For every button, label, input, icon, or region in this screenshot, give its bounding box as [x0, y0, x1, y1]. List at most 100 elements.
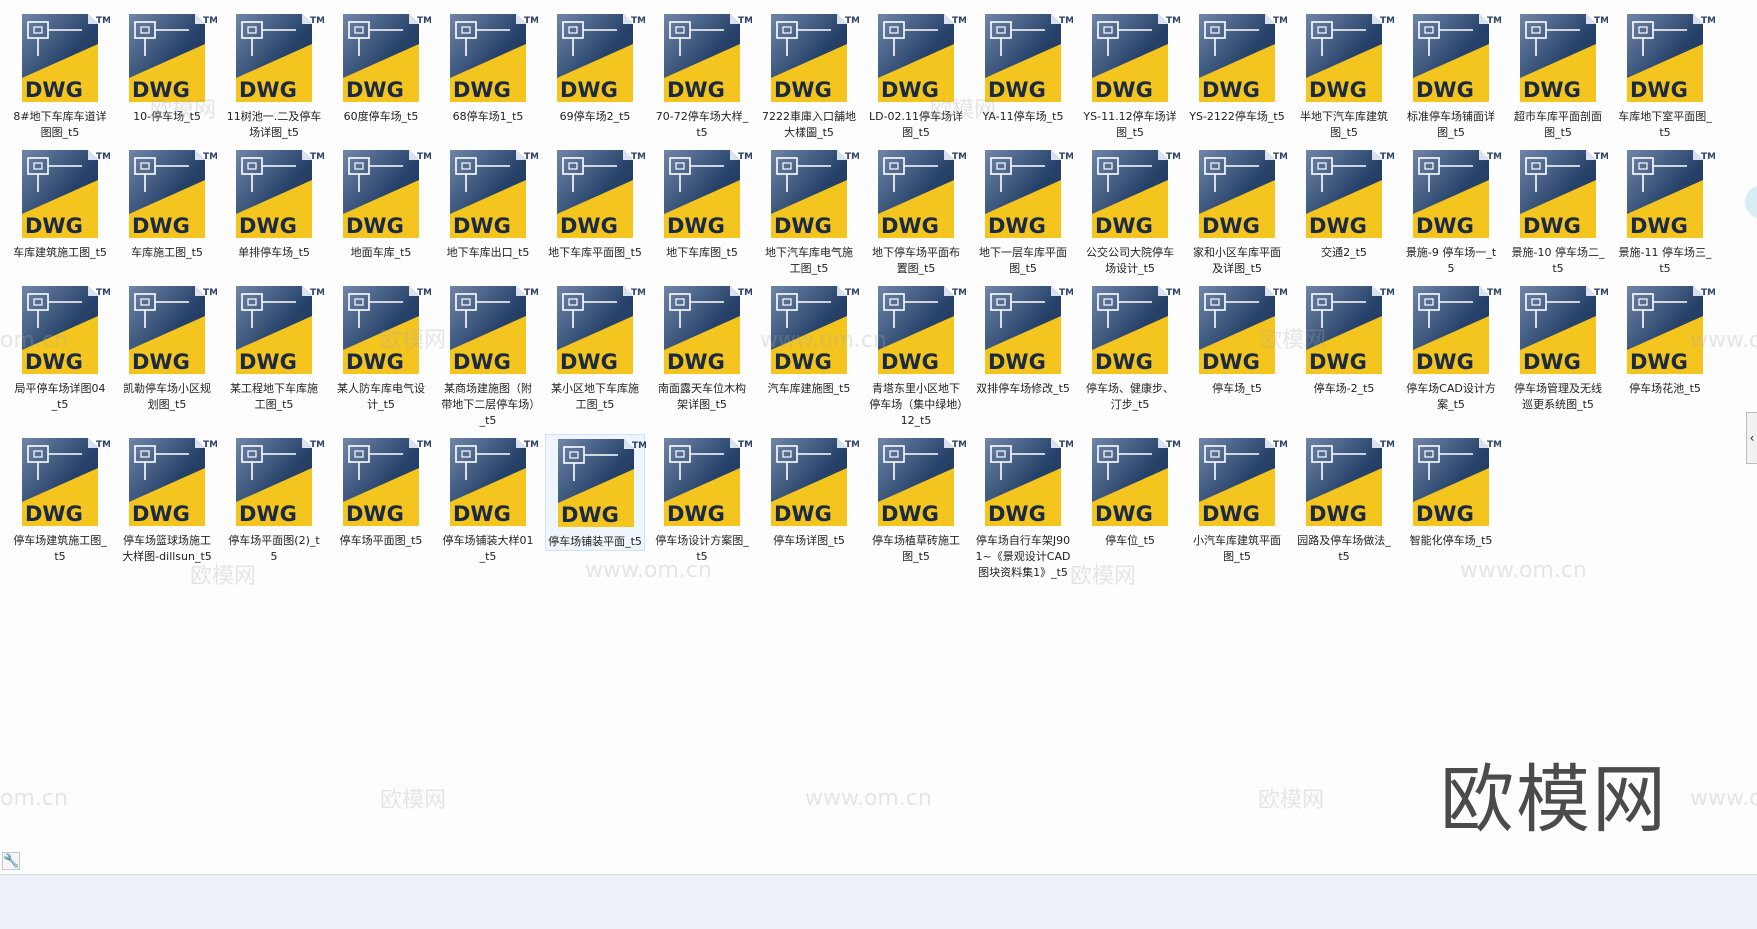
- dwg-file-icon: DWG TM: [450, 150, 538, 238]
- file-name-label: 交通2_t5: [1321, 246, 1367, 259]
- file-name-label: 地下一层车库平面图_t5: [979, 246, 1067, 275]
- trademark-text: TM: [1059, 152, 1073, 162]
- file-item[interactable]: DWG TM 地下车库图_t5: [652, 146, 752, 261]
- file-item[interactable]: DWG TM 超市车库平面剖面图_t5: [1508, 10, 1608, 141]
- file-item[interactable]: DWG TM 停车场篮球场施工大样图-dillsun_t5: [117, 434, 217, 565]
- file-item[interactable]: DWG TM 停车场植草砖施工图_t5: [866, 434, 966, 565]
- file-item[interactable]: DWG TM 家和小区车库平面及详图_t5: [1187, 146, 1287, 277]
- file-item[interactable]: DWG TM 69停车场2_t5: [545, 10, 645, 125]
- file-item[interactable]: DWG TM 68停车场1_t5: [438, 10, 538, 125]
- file-item[interactable]: DWG TM 7222車庫入口舗地大樣圖_t5: [759, 10, 859, 141]
- file-name-label: 某商场建施图（附带地下二层停车场）_t5: [441, 382, 535, 427]
- trademark-text: TM: [952, 16, 966, 26]
- file-item[interactable]: DWG TM 停车场CAD设计方案_t5: [1401, 282, 1501, 413]
- dwg-badge-text: DWG: [1202, 78, 1260, 102]
- file-name-label: 7222車庫入口舗地大樣圖_t5: [762, 110, 856, 139]
- file-item[interactable]: DWG TM 停车场平面图(2)_t5: [224, 434, 324, 565]
- file-item[interactable]: DWG TM 地下车库平面图_t5: [545, 146, 645, 261]
- file-item[interactable]: DWG TM 停车场花池_t5: [1615, 282, 1715, 397]
- file-item[interactable]: DWG TM 地下一层车库平面图_t5: [973, 146, 1073, 277]
- file-item[interactable]: DWG TM 停车位_t5: [1080, 434, 1180, 549]
- dwg-file-icon: DWG TM: [236, 150, 324, 238]
- file-item[interactable]: DWG TM 地下停车场平面布置图_t5: [866, 146, 966, 277]
- file-item[interactable]: DWG TM 某人防车库电气设计_t5: [331, 282, 431, 413]
- file-item[interactable]: DWG TM 停车场自行车架J901~《景观设计CAD图块资料集1》_t5: [973, 434, 1073, 581]
- file-item[interactable]: DWG TM 某商场建施图（附带地下二层停车场）_t5: [438, 282, 538, 429]
- file-item[interactable]: DWG TM 停车场铺装大样01_t5: [438, 434, 538, 565]
- file-item[interactable]: DWG TM 地下车库出口_t5: [438, 146, 538, 261]
- file-item[interactable]: DWG TM 智能化停车场_t5: [1401, 434, 1501, 549]
- file-item[interactable]: DWG TM 南面露天车位木构架详图_t5: [652, 282, 752, 413]
- dwg-file-icon: DWG TM: [1413, 14, 1501, 102]
- file-item[interactable]: DWG TM 停车场详图_t5: [759, 434, 859, 549]
- file-name-label: YA-11停车场_t5: [982, 110, 1064, 123]
- file-item[interactable]: DWG TM 双排停车场修改_t5: [973, 282, 1073, 397]
- file-item[interactable]: DWG TM 半地下汽车库建筑图_t5: [1294, 10, 1394, 141]
- wrench-icon[interactable]: 🔧: [2, 852, 20, 870]
- trademark-text: TM: [738, 288, 752, 298]
- file-item[interactable]: DWG TM 地下汽车库电气施工图_t5: [759, 146, 859, 277]
- trademark-text: TM: [952, 440, 966, 450]
- file-name-label: 停车场管理及无线巡更系统图_t5: [1514, 382, 1602, 411]
- file-item[interactable]: DWG TM 停车场设计方案图_t5: [652, 434, 752, 565]
- trademark-text: TM: [1701, 16, 1715, 26]
- dwg-file-icon: DWG TM: [771, 286, 859, 374]
- file-item[interactable]: DWG TM 停车场平面图_t5: [331, 434, 431, 549]
- dwg-file-icon: DWG TM: [985, 286, 1073, 374]
- file-item[interactable]: DWG TM 景施-9 停车场一_t5: [1401, 146, 1501, 277]
- dwg-file-icon: DWG TM: [878, 286, 966, 374]
- dwg-file-icon: DWG TM: [664, 438, 752, 526]
- file-item[interactable]: DWG TM 景施-11 停车场三_t5: [1615, 146, 1715, 277]
- file-item[interactable]: DWG TM 停车场管理及无线巡更系统图_t5: [1508, 282, 1608, 413]
- dwg-badge-text: DWG: [239, 350, 297, 374]
- file-item[interactable]: DWG TM 车库施工图_t5: [117, 146, 217, 261]
- file-item[interactable]: DWG TM 车库建筑施工图_t5: [10, 146, 110, 261]
- file-name-label: 景施-10 停车场二_t5: [1511, 246, 1605, 275]
- file-item[interactable]: DWG TM 局平停车场详图04_t5: [10, 282, 110, 413]
- file-item[interactable]: DWG TM 园路及停车场做法_t5: [1294, 434, 1394, 565]
- file-item[interactable]: DWG TM 标准停车场铺面详图_t5: [1401, 10, 1501, 141]
- dwg-badge-text: DWG: [1523, 78, 1581, 102]
- file-item[interactable]: DWG TM 60度停车场_t5: [331, 10, 431, 125]
- file-item[interactable]: DWG TM 停车场-2_t5: [1294, 282, 1394, 397]
- file-item[interactable]: DWG TM 10-停车场_t5: [117, 10, 217, 125]
- file-name-label: 家和小区车库平面及详图_t5: [1193, 246, 1281, 275]
- file-item[interactable]: DWG TM YA-11停车场_t5: [973, 10, 1073, 125]
- file-item[interactable]: DWG TM 小汽车库建筑平面图_t5: [1187, 434, 1287, 565]
- trademark-text: TM: [96, 440, 110, 450]
- file-item[interactable]: DWG TM 某工程地下车库施工图_t5: [224, 282, 324, 413]
- file-item[interactable]: DWG TM 停车场建筑施工图_t5: [10, 434, 110, 565]
- dwg-file-icon: DWG TM: [236, 14, 324, 102]
- file-item[interactable]: DWG TM 停车场铺装平面_t5: [545, 434, 646, 551]
- trademark-text: TM: [1273, 152, 1287, 162]
- file-item[interactable]: DWG TM 70-72停车场大样_t5: [652, 10, 752, 141]
- file-item[interactable]: DWG TM YS-11.12停车场详图_t5: [1080, 10, 1180, 141]
- trademark-text: TM: [631, 16, 645, 26]
- trademark-text: TM: [845, 440, 859, 450]
- trademark-text: TM: [417, 440, 431, 450]
- file-item[interactable]: DWG TM 地面车库_t5: [331, 146, 431, 261]
- file-item[interactable]: DWG TM 汽车库建施图_t5: [759, 282, 859, 397]
- file-item[interactable]: DWG TM 8#地下车库车道详图图_t5: [10, 10, 110, 141]
- file-item[interactable]: DWG TM 某小区地下车库施工图_t5: [545, 282, 645, 413]
- file-item[interactable]: DWG TM 车库地下室平面图_t5: [1615, 10, 1715, 141]
- file-item[interactable]: DWG TM YS-2122停车场_t5: [1187, 10, 1287, 125]
- file-item[interactable]: DWG TM 停车场_t5: [1187, 282, 1287, 397]
- trademark-text: TM: [1594, 16, 1608, 26]
- file-item[interactable]: DWG TM 凯勒停车场小区规划图_t5: [117, 282, 217, 413]
- file-list-view[interactable]: DWG TM 8#地下车库车道详图图_t5 DWG TM 10-停车场_t5 DWG TM 11…: [0, 0, 1757, 874]
- dwg-file-icon: DWG TM: [450, 286, 538, 374]
- file-item[interactable]: DWG TM 停车场、健康步、汀步_t5: [1080, 282, 1180, 413]
- file-item[interactable]: DWG TM 景施-10 停车场二_t5: [1508, 146, 1608, 277]
- file-item[interactable]: DWG TM 青塔东里小区地下停车场（集中绿地）12_t5: [866, 282, 966, 429]
- side-bubble: [1745, 185, 1757, 219]
- file-item[interactable]: DWG TM 单排停车场_t5: [224, 146, 324, 261]
- file-item[interactable]: DWG TM 11树池一.二及停车场详图_t5: [224, 10, 324, 141]
- file-item[interactable]: DWG TM 交通2_t5: [1294, 146, 1394, 261]
- dwg-file-icon: DWG TM: [450, 14, 538, 102]
- file-item[interactable]: DWG TM 公交公司大院停车场设计_t5: [1080, 146, 1180, 277]
- dwg-file-icon: DWG TM: [985, 150, 1073, 238]
- trademark-text: TM: [1166, 152, 1180, 162]
- collapse-panel-button[interactable]: ‹: [1746, 412, 1757, 464]
- file-item[interactable]: DWG TM LD-02.11停车场详图_t5: [866, 10, 966, 141]
